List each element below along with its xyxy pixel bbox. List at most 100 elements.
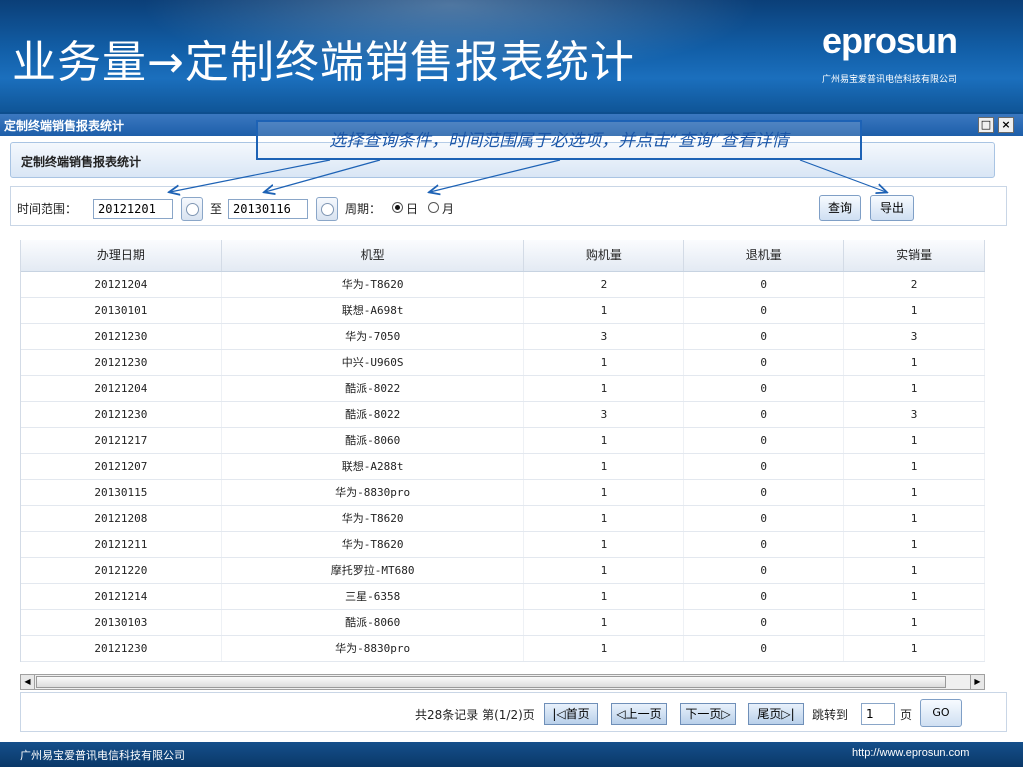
table-row[interactable]: 20121208 华为-T8620 1 0 1 [21, 506, 985, 532]
cell-date: 20121230 [21, 324, 222, 349]
table-row[interactable]: 20121230 华为-7050 3 0 3 [21, 324, 985, 350]
table-row[interactable]: 20130103 酷派-8060 1 0 1 [21, 610, 985, 636]
window-title: 定制终端销售报表统计 [4, 119, 125, 133]
period-label: 周期： [345, 202, 382, 216]
cell-model: 华为-8830pro [222, 480, 525, 505]
cell-net-sales: 1 [844, 298, 985, 323]
table-row[interactable]: 20121230 华为-8830pro 1 0 1 [21, 636, 985, 662]
slide-header: 业务量→定制终端销售报表统计 eprosun 广州易宝爱普讯电信科技有限公司 [0, 0, 1023, 112]
cell-return: 0 [684, 480, 845, 505]
last-page-button[interactable]: 尾页▷| [748, 703, 804, 725]
cell-net-sales: 1 [844, 428, 985, 453]
table-row[interactable]: 20121230 中兴-U960S 1 0 1 [21, 350, 985, 376]
annotation-callout: 选择查询条件，时间范围属于必选项，并点击“查询”查看详情 [256, 120, 862, 160]
column-header-date[interactable]: 办理日期 [21, 240, 222, 271]
cell-model: 酷派-8060 [222, 610, 525, 635]
column-header-return[interactable]: 退机量 [684, 240, 845, 271]
table-row[interactable]: 20121214 三星-6358 1 0 1 [21, 584, 985, 610]
cell-model: 华为-T8620 [222, 272, 525, 297]
cell-date: 20130103 [21, 610, 222, 635]
export-button[interactable]: 导出 [870, 195, 914, 221]
cell-net-sales: 1 [844, 376, 985, 401]
cell-net-sales: 1 [844, 610, 985, 635]
first-page-button[interactable]: |◁首页 [544, 703, 598, 725]
pager: 共28条记录 第(1/2)页 |◁首页 ◁上一页 下一页▷ 尾页▷| 跳转到 1… [20, 692, 1007, 732]
cell-purchase: 1 [524, 584, 685, 609]
cell-model: 酷派-8022 [222, 402, 525, 427]
cell-purchase: 1 [524, 376, 685, 401]
page-number-input[interactable]: 1 [861, 703, 895, 725]
cell-net-sales: 3 [844, 324, 985, 349]
record-summary: 共28条记录 第(1/2)页 [415, 708, 535, 722]
restore-icon[interactable]: □ [978, 117, 994, 133]
column-header-purchase[interactable]: 购机量 [524, 240, 685, 271]
table-row[interactable]: 20121217 酷派-8060 1 0 1 [21, 428, 985, 454]
cell-purchase: 1 [524, 610, 685, 635]
prev-page-button[interactable]: ◁上一页 [611, 703, 667, 725]
table-row[interactable]: 20121204 酷派-8022 1 0 1 [21, 376, 985, 402]
last-page-label: 尾页 [757, 707, 782, 721]
cell-date: 20121204 [21, 376, 222, 401]
table-row[interactable]: 20130115 华为-8830pro 1 0 1 [21, 480, 985, 506]
cell-model: 华为-8830pro [222, 636, 525, 661]
to-label: 至 [210, 202, 223, 216]
cell-date: 20121230 [21, 402, 222, 427]
cell-date: 20121217 [21, 428, 222, 453]
slide-footer: 广州易宝爱普讯电信科技有限公司 http://www.eprosun.com [0, 742, 1023, 767]
cell-net-sales: 1 [844, 480, 985, 505]
cell-purchase: 1 [524, 428, 685, 453]
cell-model: 联想-A698t [222, 298, 525, 323]
scrollbar-thumb[interactable] [36, 676, 946, 688]
table-row[interactable]: 20121207 联想-A288t 1 0 1 [21, 454, 985, 480]
scroll-right-icon[interactable]: ▶ [970, 675, 984, 689]
next-page-button[interactable]: 下一页▷ [680, 703, 736, 725]
cell-date: 20121230 [21, 350, 222, 375]
cell-purchase: 1 [524, 636, 685, 661]
cell-net-sales: 3 [844, 402, 985, 427]
start-date-calendar-icon[interactable] [181, 197, 203, 221]
cell-model: 华为-7050 [222, 324, 525, 349]
cell-purchase: 1 [524, 506, 685, 531]
cell-return: 0 [684, 402, 845, 427]
cell-purchase: 1 [524, 480, 685, 505]
go-button[interactable]: GO [920, 699, 962, 727]
cell-net-sales: 2 [844, 272, 985, 297]
cell-purchase: 1 [524, 454, 685, 479]
footer-url[interactable]: http://www.eprosun.com [852, 747, 969, 759]
report-window: 定制终端销售报表统计 □ × 定制终端销售报表统计 时间范围： 20121201… [0, 114, 1023, 742]
filter-bar: 时间范围： 20121201 至 20130116 周期： 日 月 查询 导出 [10, 186, 1007, 226]
scroll-left-icon[interactable]: ◀ [21, 675, 35, 689]
cell-purchase: 1 [524, 350, 685, 375]
cell-return: 0 [684, 610, 845, 635]
panel-title: 定制终端销售报表统计 [21, 155, 142, 169]
last-page-icon: ▷| [781, 707, 795, 721]
table-row[interactable]: 20121230 酷派-8022 3 0 3 [21, 402, 985, 428]
cell-return: 0 [684, 636, 845, 661]
column-header-net-sales[interactable]: 实销量 [844, 240, 985, 271]
cell-model: 联想-A288t [222, 454, 525, 479]
horizontal-scrollbar[interactable]: ◀ ▶ [20, 674, 985, 690]
table-row[interactable]: 20121211 华为-T8620 1 0 1 [21, 532, 985, 558]
end-date-calendar-icon[interactable] [316, 197, 338, 221]
time-range-label: 时间范围： [17, 202, 78, 216]
period-day-radio[interactable] [392, 202, 403, 213]
table-row[interactable]: 20121220 摩托罗拉-MT680 1 0 1 [21, 558, 985, 584]
table-row[interactable]: 20121204 华为-T8620 2 0 2 [21, 272, 985, 298]
brand-company-name: 广州易宝爱普讯电信科技有限公司 [822, 75, 958, 85]
period-month-label: 月 [442, 202, 455, 216]
period-month-radio[interactable] [428, 202, 439, 213]
prev-page-icon: ◁ [616, 707, 626, 721]
cell-return: 0 [684, 428, 845, 453]
end-date-input[interactable]: 20130116 [228, 199, 308, 219]
first-page-label: 首页 [565, 707, 590, 721]
cell-net-sales: 1 [844, 454, 985, 479]
column-header-model[interactable]: 机型 [222, 240, 525, 271]
cell-return: 0 [684, 376, 845, 401]
cell-purchase: 3 [524, 402, 685, 427]
footer-company: 广州易宝爱普讯电信科技有限公司 [20, 749, 185, 762]
table-row[interactable]: 20130101 联想-A698t 1 0 1 [21, 298, 985, 324]
close-icon[interactable]: × [998, 117, 1014, 133]
start-date-input[interactable]: 20121201 [93, 199, 173, 219]
query-button[interactable]: 查询 [819, 195, 861, 221]
cell-return: 0 [684, 272, 845, 297]
